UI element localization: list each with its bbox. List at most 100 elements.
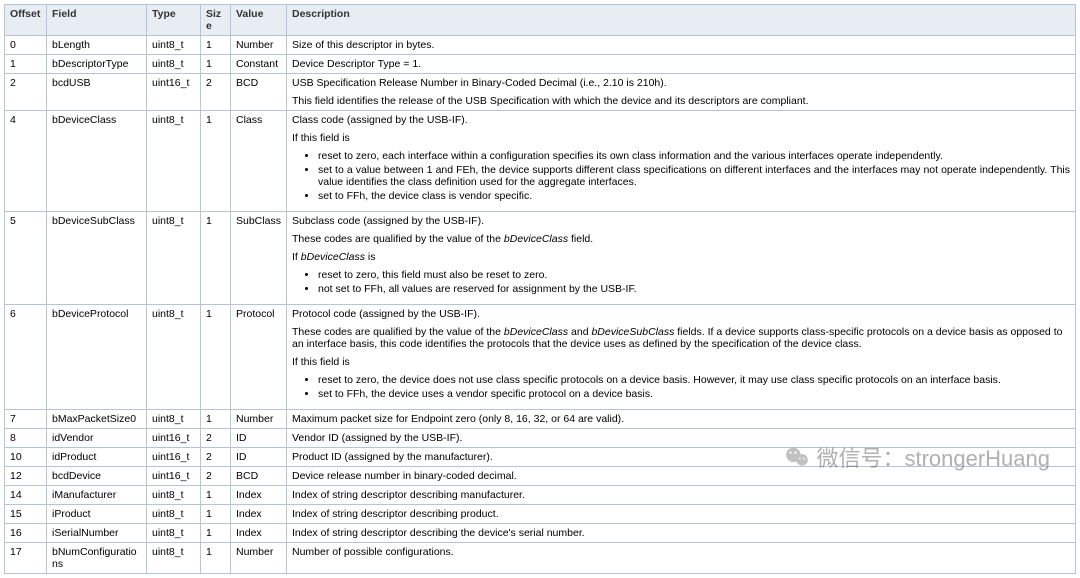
table-row: 14iManufactureruint8_t1IndexIndex of str… (5, 486, 1076, 505)
cell-description: Class code (assigned by the USB-IF).If t… (287, 111, 1076, 212)
cell-description: Vendor ID (assigned by the USB-IF). (287, 429, 1076, 448)
cell-type: uint8_t (147, 36, 201, 55)
cell-value: Protocol (231, 305, 287, 410)
table-row: 2bcdUSBuint16_t2BCDUSB Specification Rel… (5, 74, 1076, 111)
col-header-description: Description (287, 5, 1076, 36)
cell-description: USB Specification Release Number in Bina… (287, 74, 1076, 111)
cell-description: Index of string descriptor describing pr… (287, 505, 1076, 524)
cell-type: uint16_t (147, 74, 201, 111)
cell-value: BCD (231, 74, 287, 111)
cell-offset: 15 (5, 505, 47, 524)
table-row: 1bDescriptorTypeuint8_t1ConstantDevice D… (5, 55, 1076, 74)
table-row: 0bLengthuint8_t1NumberSize of this descr… (5, 36, 1076, 55)
cell-offset: 6 (5, 305, 47, 410)
cell-value: Class (231, 111, 287, 212)
table-row: 15iProductuint8_t1IndexIndex of string d… (5, 505, 1076, 524)
cell-field: iSerialNumber (47, 524, 147, 543)
cell-field: bcdUSB (47, 74, 147, 111)
cell-type: uint16_t (147, 429, 201, 448)
cell-offset: 0 (5, 36, 47, 55)
cell-size: 1 (201, 486, 231, 505)
cell-type: uint8_t (147, 410, 201, 429)
cell-size: 1 (201, 212, 231, 305)
table-header-row: Offset Field Type Size Value Description (5, 5, 1076, 36)
cell-field: iProduct (47, 505, 147, 524)
cell-description: Number of possible configurations. (287, 543, 1076, 574)
col-header-value: Value (231, 5, 287, 36)
cell-offset: 8 (5, 429, 47, 448)
table-row: 7bMaxPacketSize0uint8_t1NumberMaximum pa… (5, 410, 1076, 429)
cell-size: 1 (201, 505, 231, 524)
cell-description: Subclass code (assigned by the USB-IF).T… (287, 212, 1076, 305)
cell-type: uint16_t (147, 467, 201, 486)
cell-value: Number (231, 543, 287, 574)
cell-field: bDeviceClass (47, 111, 147, 212)
cell-description: Index of string descriptor describing ma… (287, 486, 1076, 505)
cell-description: Maximum packet size for Endpoint zero (o… (287, 410, 1076, 429)
table-row: 8idVendoruint16_t2IDVendor ID (assigned … (5, 429, 1076, 448)
cell-type: uint8_t (147, 486, 201, 505)
cell-field: bcdDevice (47, 467, 147, 486)
cell-offset: 7 (5, 410, 47, 429)
col-header-type: Type (147, 5, 201, 36)
cell-field: idVendor (47, 429, 147, 448)
cell-size: 1 (201, 524, 231, 543)
cell-type: uint8_t (147, 305, 201, 410)
cell-description: Index of string descriptor describing th… (287, 524, 1076, 543)
cell-description: Device release number in binary-coded de… (287, 467, 1076, 486)
cell-field: idProduct (47, 448, 147, 467)
cell-offset: 10 (5, 448, 47, 467)
cell-value: Index (231, 505, 287, 524)
col-header-field: Field (47, 5, 147, 36)
cell-size: 2 (201, 429, 231, 448)
table-row: 12bcdDeviceuint16_t2BCDDevice release nu… (5, 467, 1076, 486)
cell-field: bDeviceProtocol (47, 305, 147, 410)
cell-offset: 17 (5, 543, 47, 574)
cell-description: Size of this descriptor in bytes. (287, 36, 1076, 55)
table-row: 10idProductuint16_t2IDProduct ID (assign… (5, 448, 1076, 467)
cell-field: bNumConfigurations (47, 543, 147, 574)
cell-type: uint8_t (147, 212, 201, 305)
cell-value: ID (231, 429, 287, 448)
table-row: 6bDeviceProtocoluint8_t1ProtocolProtocol… (5, 305, 1076, 410)
cell-description: Device Descriptor Type = 1. (287, 55, 1076, 74)
cell-value: Number (231, 410, 287, 429)
cell-size: 1 (201, 36, 231, 55)
cell-type: uint8_t (147, 111, 201, 212)
cell-offset: 4 (5, 111, 47, 212)
table-row: 16iSerialNumberuint8_t1IndexIndex of str… (5, 524, 1076, 543)
cell-offset: 14 (5, 486, 47, 505)
cell-description: Product ID (assigned by the manufacturer… (287, 448, 1076, 467)
cell-field: bDeviceSubClass (47, 212, 147, 305)
cell-value: BCD (231, 467, 287, 486)
cell-size: 1 (201, 410, 231, 429)
cell-description: Protocol code (assigned by the USB-IF).T… (287, 305, 1076, 410)
table-row: 4bDeviceClassuint8_t1ClassClass code (as… (5, 111, 1076, 212)
cell-value: ID (231, 448, 287, 467)
descriptor-table: Offset Field Type Size Value Description… (4, 4, 1076, 574)
cell-size: 1 (201, 111, 231, 212)
cell-value: Index (231, 486, 287, 505)
cell-value: Constant (231, 55, 287, 74)
cell-type: uint16_t (147, 448, 201, 467)
table-row: 5bDeviceSubClassuint8_t1SubClassSubclass… (5, 212, 1076, 305)
cell-size: 2 (201, 74, 231, 111)
cell-offset: 12 (5, 467, 47, 486)
cell-size: 2 (201, 448, 231, 467)
cell-size: 1 (201, 305, 231, 410)
col-header-size: Size (201, 5, 231, 36)
cell-field: iManufacturer (47, 486, 147, 505)
cell-size: 1 (201, 55, 231, 74)
cell-field: bMaxPacketSize0 (47, 410, 147, 429)
cell-type: uint8_t (147, 55, 201, 74)
cell-offset: 2 (5, 74, 47, 111)
cell-value: SubClass (231, 212, 287, 305)
cell-value: Index (231, 524, 287, 543)
cell-type: uint8_t (147, 505, 201, 524)
cell-type: uint8_t (147, 543, 201, 574)
cell-type: uint8_t (147, 524, 201, 543)
cell-field: bDescriptorType (47, 55, 147, 74)
col-header-offset: Offset (5, 5, 47, 36)
cell-value: Number (231, 36, 287, 55)
table-row: 17bNumConfigurationsuint8_t1NumberNumber… (5, 543, 1076, 574)
